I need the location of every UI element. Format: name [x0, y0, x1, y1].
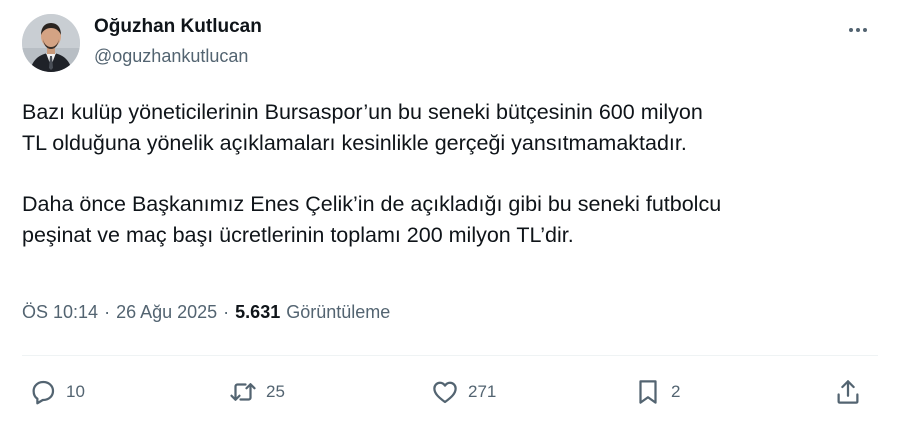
tweet: Oğuzhan Kutlucan @oguzhankutlucan Bazı k… [0, 0, 900, 436]
author-handle[interactable]: @oguzhankutlucan [94, 46, 248, 67]
like-button[interactable]: 271 [430, 372, 496, 412]
more-horizontal-icon [849, 28, 867, 32]
tweet-line: Daha önce Başkanımız Enes Çelik’in de aç… [22, 192, 722, 216]
tweet-meta: ÖS 10:14 · 26 Ağu 2025 · 5.631 Görüntüle… [22, 302, 390, 323]
meta-separator: · [223, 302, 230, 322]
author-name[interactable]: Oğuzhan Kutlucan [94, 16, 262, 38]
share-icon [837, 380, 859, 404]
reply-count: 10 [66, 382, 85, 401]
retweet-count: 25 [266, 382, 285, 401]
tweet-line: TL olduğuna yönelik açıklamaları kesinli… [22, 131, 687, 155]
avatar[interactable] [22, 14, 80, 72]
tweet-line: peşinat ve maç başı ücretlerinin toplamı… [22, 223, 574, 247]
like-count: 271 [468, 382, 497, 401]
retweet-icon [230, 383, 256, 401]
action-bar: 10 25 271 2 [22, 372, 872, 412]
reply-button[interactable]: 10 [28, 372, 85, 412]
bookmark-count: 2 [671, 382, 681, 401]
heart-icon [433, 381, 457, 404]
tweet-time[interactable]: ÖS 10:14 [22, 302, 98, 323]
more-button[interactable] [838, 16, 878, 44]
tweet-line: Bazı kulüp yöneticilerinin Bursaspor’un … [22, 100, 703, 124]
retweet-button[interactable]: 25 [228, 372, 285, 412]
tweet-date[interactable]: 26 Ağu 2025 [116, 302, 217, 323]
share-button[interactable] [833, 372, 863, 412]
reply-icon [32, 380, 55, 405]
views-count: 5.631 [235, 302, 281, 322]
bookmark-icon [639, 380, 657, 404]
divider [22, 355, 878, 356]
tweet-text: Bazı kulüp yöneticilerinin Bursaspor’un … [22, 97, 882, 251]
profile-photo-icon [22, 14, 80, 72]
meta-separator: · [104, 302, 111, 322]
bookmark-button[interactable]: 2 [633, 372, 680, 412]
views-label: Görüntüleme [286, 302, 391, 322]
